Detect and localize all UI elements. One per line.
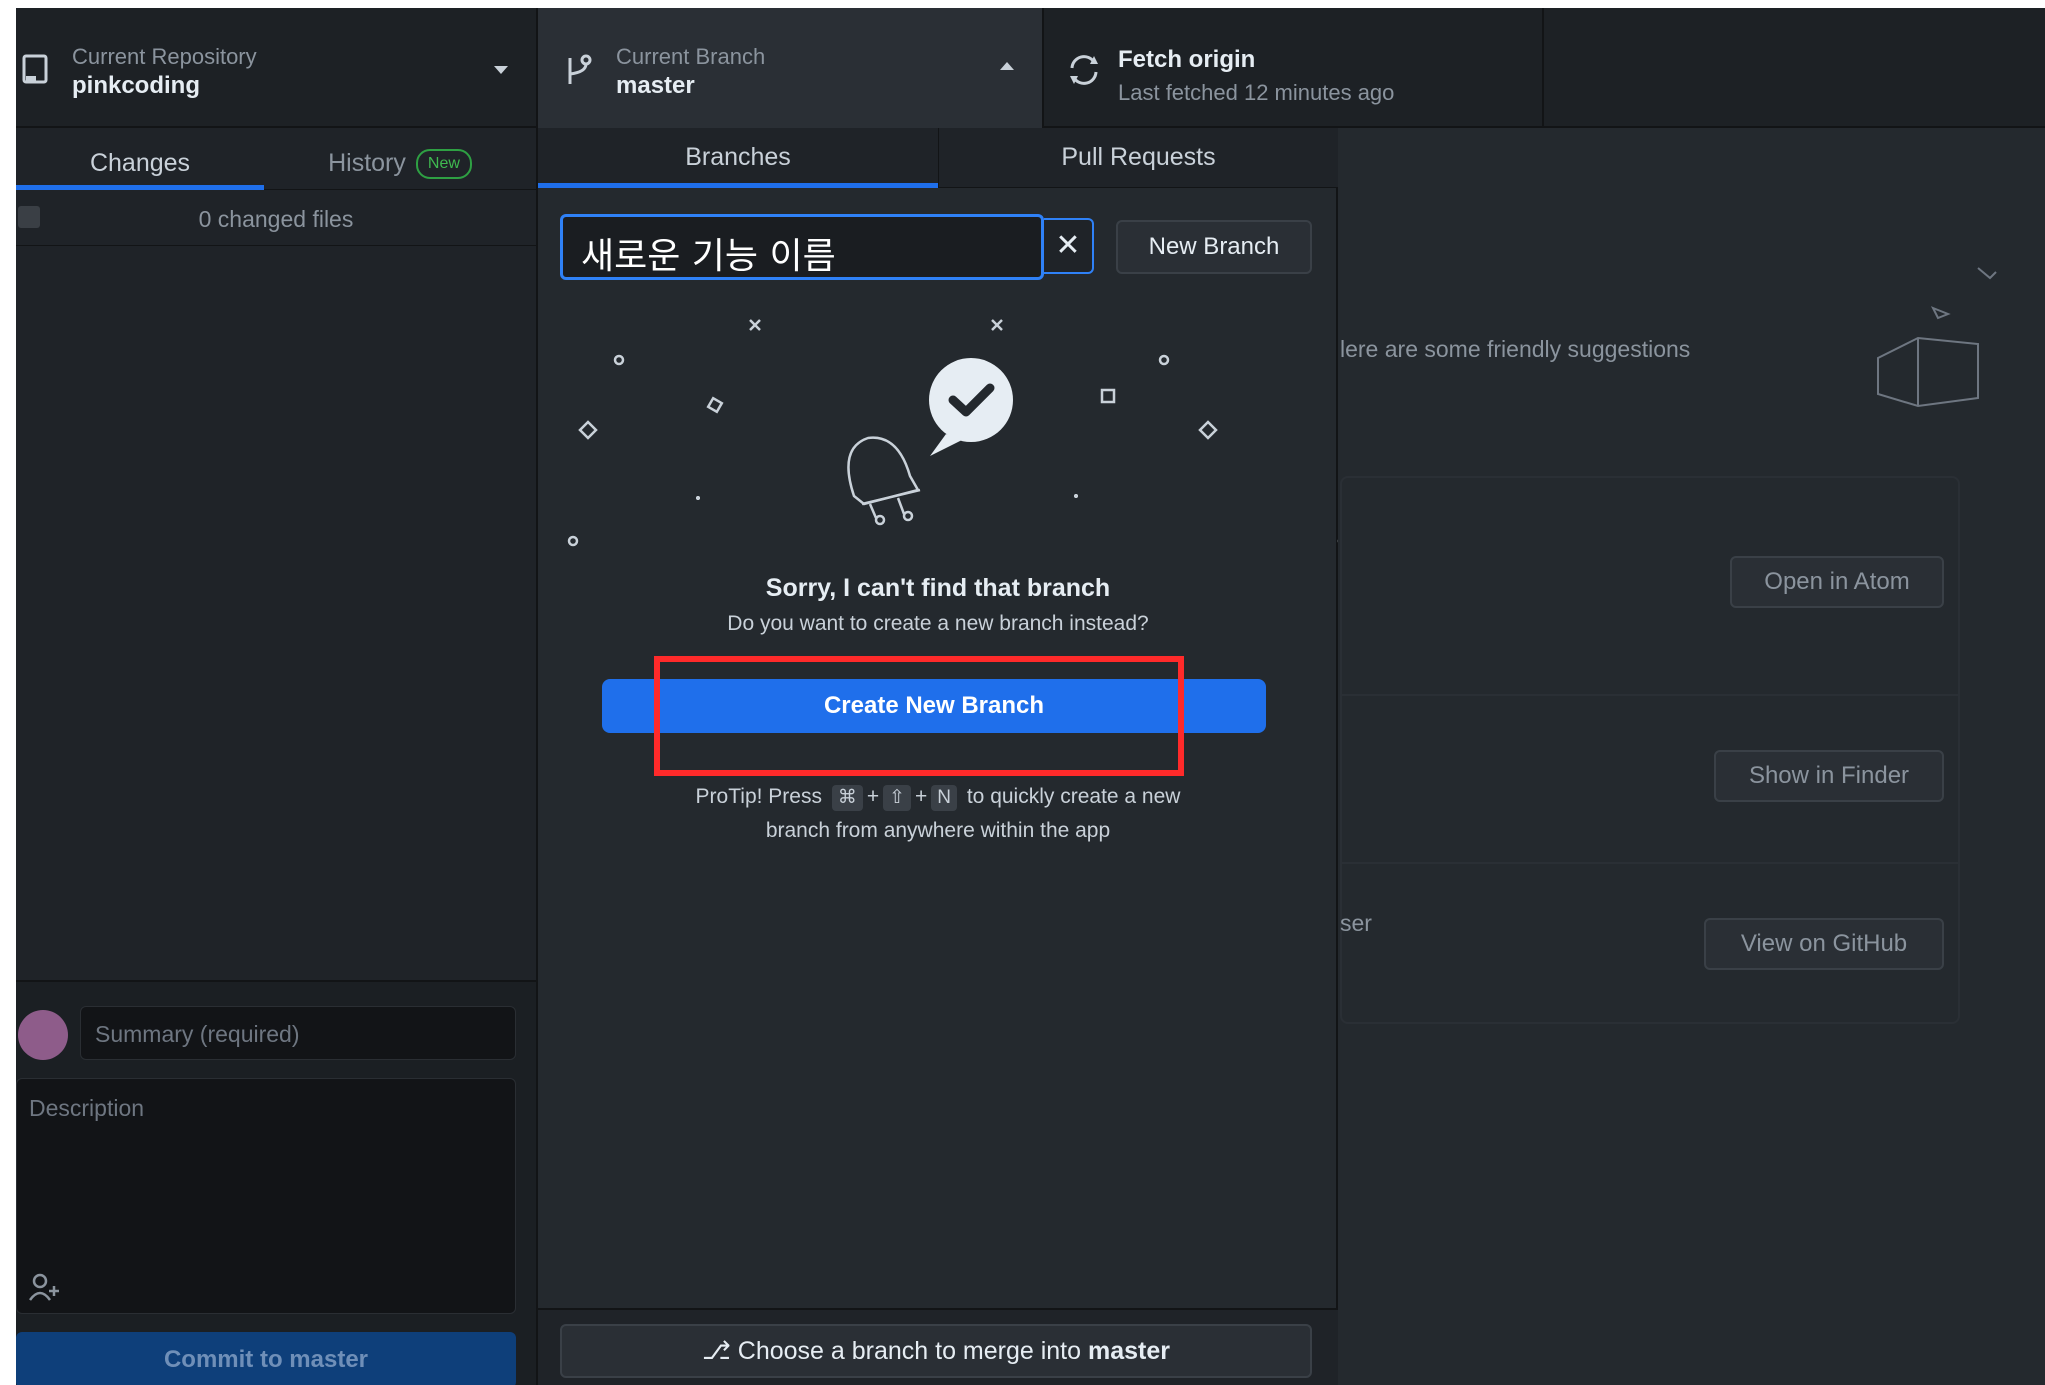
branch-dropdown-tabs: Branches Pull Requests	[538, 128, 1338, 188]
new-branch-button[interactable]: New Branch	[1116, 220, 1312, 274]
command-key: ⌘	[831, 785, 863, 811]
commit-button[interactable]: Commit to master	[16, 1332, 516, 1385]
protip-suffix: to quickly create a new	[966, 785, 1181, 808]
current-repository-button[interactable]: Current Repository pinkcoding	[16, 8, 538, 128]
n-key: N	[931, 785, 957, 811]
boxes-illustration-icon	[1877, 267, 1997, 408]
tab-history[interactable]: History New	[264, 128, 536, 190]
last-fetched-text: Last fetched 12 minutes ago	[1118, 80, 1395, 105]
repository-label: Current Repository	[72, 44, 257, 69]
merge-target-branch: master	[1087, 1337, 1170, 1365]
new-badge: New	[415, 149, 472, 180]
protip-line2: branch from anywhere within the app	[765, 819, 1111, 842]
github-desktop-window: Current Repository pinkcoding Current Br…	[16, 8, 2045, 1385]
branch-dropdown: Branches Pull Requests 새로운 기능 이름 ✕ New B…	[538, 128, 1338, 1385]
branch-filter-input[interactable]: 새로운 기능 이름	[560, 214, 1044, 280]
merge-footer: ⎇ Choose a branch to merge into master	[538, 1308, 1338, 1385]
repository-name: pinkcoding	[72, 72, 200, 99]
suggestions-text: lere are some friendly suggestions	[1340, 336, 1691, 362]
merge-icon: ⎇	[702, 1337, 738, 1365]
commit-form: Summary (required) Description Commit to…	[16, 980, 536, 1385]
no-branch-illustration-icon	[567, 319, 1338, 547]
tab-branches[interactable]: Branches	[538, 128, 938, 188]
add-coauthor-icon[interactable]	[28, 1272, 62, 1302]
changed-files-header: 0 changed files	[16, 190, 536, 246]
view-on-github-button[interactable]: View on GitHub	[1704, 918, 1944, 970]
clear-filter-button[interactable]: ✕	[1044, 218, 1094, 274]
description-input[interactable]: Description	[16, 1078, 516, 1314]
create-suggestion-text: Do you want to create a new branch inste…	[727, 612, 1149, 635]
fetch-origin-label: Fetch origin	[1118, 46, 1256, 73]
tab-changes[interactable]: Changes	[16, 128, 264, 190]
create-new-branch-button[interactable]: Create New Branch	[602, 679, 1266, 733]
choose-merge-branch-button[interactable]: ⎇ Choose a branch to merge into master	[560, 1324, 1312, 1378]
changed-files-count: 0 changed files	[198, 206, 354, 232]
partial-text: ser	[1340, 910, 1372, 936]
avatar	[18, 1010, 68, 1060]
toolbar: Current Repository pinkcoding Current Br…	[16, 8, 2045, 128]
divider	[1340, 694, 1960, 696]
protip-prefix: ProTip! Press	[695, 785, 822, 808]
changes-sidebar: Changes History New 0 changed files Summa…	[16, 128, 538, 1385]
chevron-up-icon	[1000, 62, 1014, 70]
tab-pull-requests[interactable]: Pull Requests	[938, 128, 1338, 188]
branch-name: master	[616, 72, 695, 99]
show-in-finder-button[interactable]: Show in Finder	[1714, 750, 1944, 802]
plus-sign: +	[915, 785, 928, 808]
divider	[1340, 862, 1960, 864]
protip-text: ProTip! Press ⌘ + ⇧ + N to quickly create a …	[538, 780, 1338, 848]
branch-label: Current Branch	[616, 44, 766, 69]
branch-icon	[568, 54, 592, 84]
repo-icon	[22, 54, 48, 84]
no-branch-message: Sorry, I can't find that branch	[765, 574, 1111, 602]
merge-prefix: Choose a branch to merge into	[737, 1337, 1082, 1365]
tab-history-label: History	[328, 149, 406, 177]
sidebar-tabs: Changes History New	[16, 128, 536, 190]
shift-key: ⇧	[883, 785, 911, 811]
open-in-atom-button[interactable]: Open in Atom	[1730, 556, 1944, 608]
plus-sign: +	[866, 785, 880, 808]
fetch-origin-button[interactable]: Fetch origin Last fetched 12 minutes ago	[1044, 8, 1544, 128]
summary-input[interactable]: Summary (required)	[80, 1006, 516, 1060]
close-icon: ✕	[1055, 229, 1081, 262]
chevron-down-icon	[494, 66, 508, 74]
sync-icon	[1070, 55, 1098, 85]
current-branch-button[interactable]: Current Branch master	[538, 8, 1044, 128]
